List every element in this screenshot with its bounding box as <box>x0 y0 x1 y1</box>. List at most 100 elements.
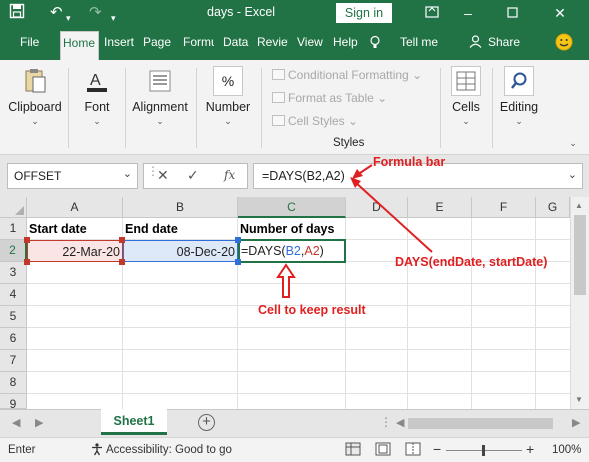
ribbon-display-options-icon[interactable] <box>417 2 447 24</box>
share-button[interactable]: Share <box>488 35 520 49</box>
scroll-right-icon[interactable]: ▶ <box>572 416 580 429</box>
format-as-table-button[interactable]: Format as Table ⌄ <box>272 91 387 105</box>
chevron-down-icon: ⌄ <box>224 116 232 126</box>
conditional-formatting-button[interactable]: Conditional Formatting ⌄ <box>272 68 422 82</box>
ribbon-collapse-chevron-icon[interactable]: ⌄ <box>566 138 580 149</box>
column-header-b[interactable]: B <box>123 197 238 218</box>
expand-formula-bar-icon[interactable]: ⌄ <box>568 168 577 181</box>
undo-dropdown-icon[interactable]: ▾ <box>66 8 71 28</box>
cell-styles-button[interactable]: Cell Styles ⌄ <box>272 114 358 128</box>
zoom-in-button[interactable]: + <box>526 441 534 457</box>
tab-insert[interactable]: Insert <box>104 35 135 49</box>
zoom-out-button[interactable]: − <box>433 441 441 457</box>
tab-review[interactable]: Review <box>257 35 288 49</box>
undo-icon[interactable]: ↶ <box>50 3 63 23</box>
name-box[interactable]: OFFSET ⌄ <box>7 163 138 189</box>
status-bar: Enter Accessibility: Good to go − + 100% <box>0 437 589 462</box>
alignment-group[interactable]: Alignment ⌄ <box>128 60 192 152</box>
cell-b2[interactable]: 08-Dec-20 <box>123 240 238 262</box>
tab-tell-me[interactable]: Tell me <box>400 35 438 49</box>
number-label: Number <box>205 100 251 114</box>
vertical-scroll-thumb[interactable] <box>574 215 586 295</box>
tell-me-icon[interactable] <box>368 35 382 50</box>
column-header-e[interactable]: E <box>408 197 472 218</box>
number-group[interactable]: % Number ⌄ <box>200 60 256 152</box>
row-header-6[interactable]: 6 <box>0 328 27 350</box>
annotation-days-syntax: DAYS(endDate, startDate) <box>395 255 548 269</box>
conditional-formatting-icon <box>272 69 285 80</box>
scroll-left-icon[interactable]: ◀ <box>396 416 404 429</box>
share-icon[interactable] <box>469 35 482 49</box>
vertical-scrollbar[interactable]: ▲ ▼ <box>570 197 589 409</box>
zoom-level[interactable]: 100% <box>552 444 581 456</box>
alignment-icon <box>145 66 175 96</box>
sign-in-button[interactable]: Sign in <box>336 3 392 23</box>
row-header-3[interactable]: 3 <box>0 262 27 284</box>
cancel-icon[interactable]: ✕ <box>157 167 169 184</box>
scroll-sheets-right-icon[interactable]: ▶ <box>35 416 43 429</box>
cell-a1[interactable]: Start date <box>27 218 123 240</box>
close-icon[interactable]: ✕ <box>545 2 575 24</box>
row-header-8[interactable]: 8 <box>0 372 27 394</box>
tab-home[interactable]: Home <box>60 31 99 60</box>
range-handle[interactable] <box>119 259 125 265</box>
column-header-c[interactable]: C <box>238 197 346 218</box>
gridline <box>407 218 408 409</box>
accessibility-status[interactable]: Accessibility: Good to go <box>106 444 232 456</box>
select-all-button[interactable] <box>0 197 27 218</box>
cell-b1[interactable]: End date <box>123 218 238 240</box>
range-handle[interactable] <box>24 237 30 243</box>
tab-formulas[interactable]: Formulas <box>183 35 214 49</box>
range-handle[interactable] <box>119 237 125 243</box>
clipboard-group[interactable]: Clipboard ⌄ <box>4 60 66 152</box>
range-handle[interactable] <box>24 259 30 265</box>
tab-file[interactable]: File <box>20 35 39 49</box>
cell-a2[interactable]: 22-Mar-20 <box>27 240 123 262</box>
column-header-a[interactable]: A <box>27 197 123 218</box>
tab-help[interactable]: Help <box>333 35 359 49</box>
scroll-sheets-left-icon[interactable]: ◀ <box>12 416 20 429</box>
column-header-f[interactable]: F <box>472 197 536 218</box>
smiley-feedback-icon[interactable] <box>555 33 573 54</box>
scroll-down-icon[interactable]: ▼ <box>575 395 583 404</box>
insert-function-icon[interactable]: fx <box>224 168 235 182</box>
redo-icon[interactable]: ↷ <box>89 3 102 23</box>
cell-c1[interactable]: Number of days <box>238 218 346 240</box>
zoom-slider-thumb[interactable] <box>482 445 485 456</box>
range-handle[interactable] <box>235 259 241 265</box>
accessibility-icon[interactable] <box>90 442 104 459</box>
add-sheet-button[interactable]: + <box>198 414 215 431</box>
row-header-9[interactable]: 9 <box>0 394 27 411</box>
gridline <box>27 393 570 394</box>
row-header-5[interactable]: 5 <box>0 306 27 328</box>
minimize-icon[interactable]: – <box>453 2 483 24</box>
sheet-tab-sheet1[interactable]: Sheet1 <box>101 409 167 435</box>
customize-qat-icon[interactable]: ▾ <box>111 8 116 28</box>
horizontal-scroll-thumb[interactable] <box>408 418 553 429</box>
editing-group[interactable]: Editing ⌄ <box>495 60 543 152</box>
chevron-down-icon[interactable]: ⌄ <box>123 167 132 180</box>
page-break-view-icon[interactable] <box>405 442 421 459</box>
scroll-up-icon[interactable]: ▲ <box>575 201 583 210</box>
tab-data[interactable]: Data <box>223 35 249 49</box>
page-layout-view-icon[interactable] <box>375 442 391 459</box>
maximize-icon[interactable] <box>497 2 527 24</box>
more-options-icon[interactable]: ⋮ <box>380 415 392 429</box>
column-header-d[interactable]: D <box>346 197 408 218</box>
column-header-g[interactable]: G <box>536 197 570 218</box>
row-header-1[interactable]: 1 <box>0 218 27 240</box>
normal-view-icon[interactable] <box>345 442 361 459</box>
row-header-2[interactable]: 2 <box>0 240 27 262</box>
enter-icon[interactable]: ✓ <box>187 167 199 184</box>
range-handle[interactable] <box>235 237 241 243</box>
row-header-4[interactable]: 4 <box>0 284 27 306</box>
font-group[interactable]: A Font ⌄ <box>72 60 122 152</box>
gridline <box>27 327 570 328</box>
cells-group[interactable]: Cells ⌄ <box>444 60 488 152</box>
tab-page-layout[interactable]: Page Layout <box>143 35 171 49</box>
row-header-7[interactable]: 7 <box>0 350 27 372</box>
name-box-value: OFFSET <box>14 169 62 183</box>
tab-view[interactable]: View <box>297 35 324 49</box>
cell-c2-active[interactable]: =DAYS(B2,A2) <box>238 239 346 263</box>
save-icon[interactable] <box>9 3 25 23</box>
